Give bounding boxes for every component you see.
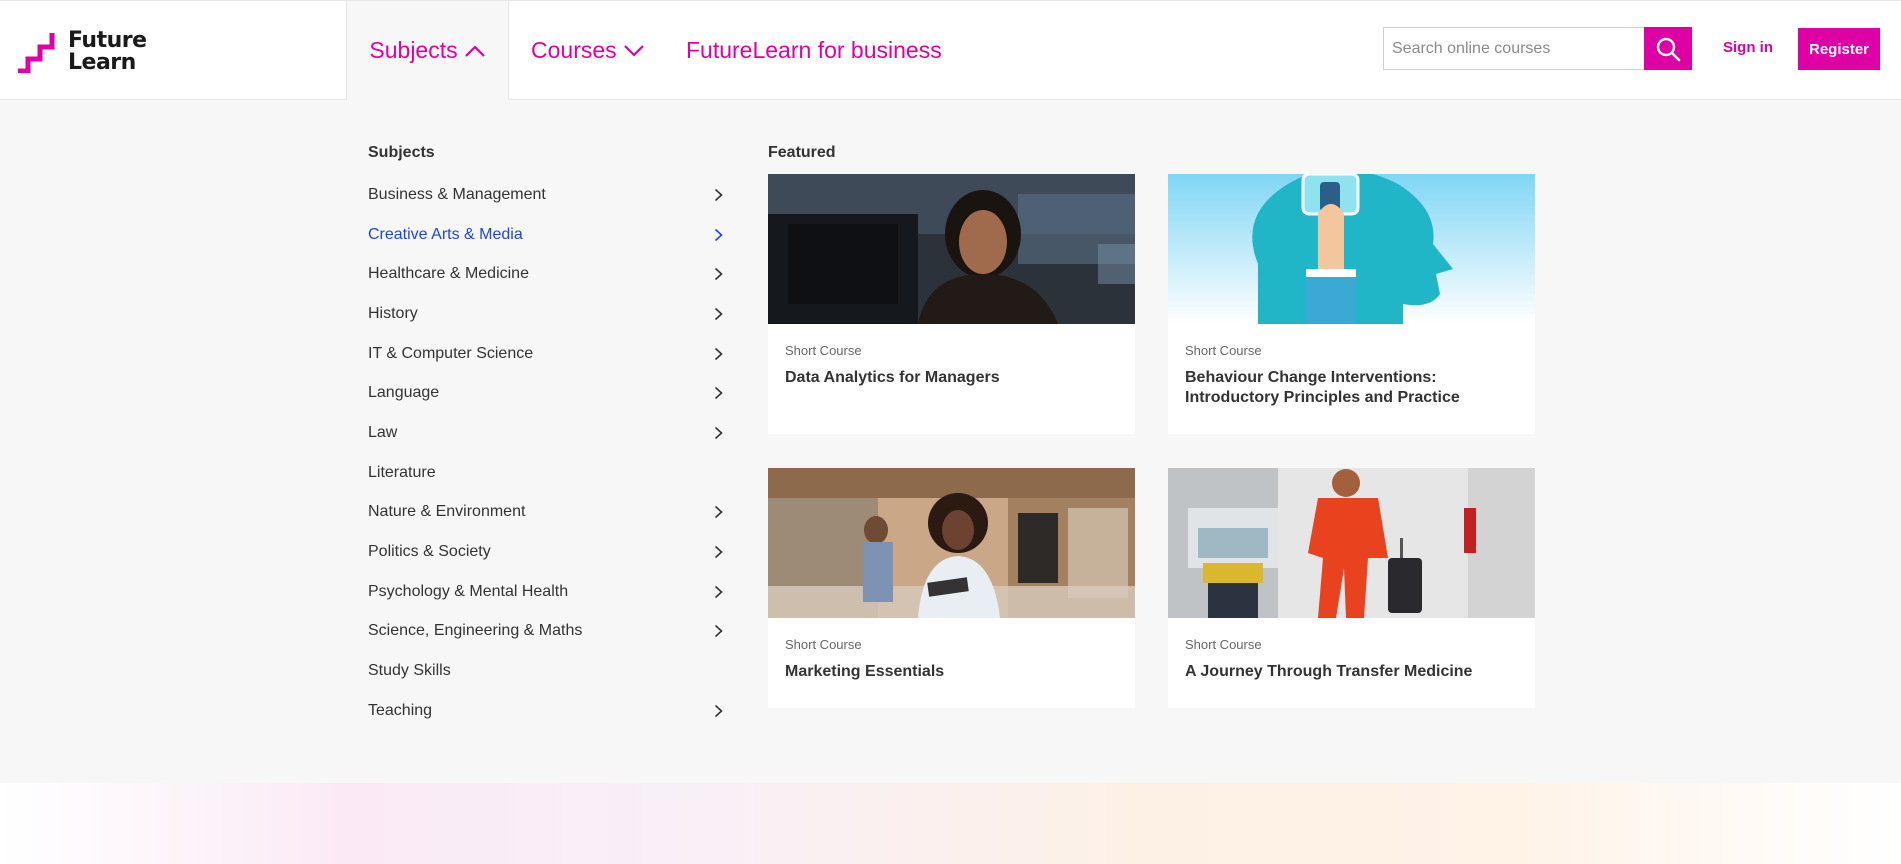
card-course-type: Short Course bbox=[1185, 343, 1262, 358]
subject-item[interactable]: Politics & Society bbox=[368, 532, 728, 572]
logo-line-2: Learn bbox=[68, 50, 136, 75]
subject-item[interactable]: IT & Computer Science bbox=[368, 334, 728, 374]
card-image-woman-at-computer bbox=[768, 174, 1135, 324]
sign-in-link[interactable]: Sign in bbox=[1723, 39, 1773, 56]
logo-steps-icon bbox=[18, 33, 55, 73]
chevron-right-icon bbox=[712, 228, 724, 241]
subject-item-label: Politics & Society bbox=[368, 543, 491, 561]
subject-item[interactable]: Literature bbox=[368, 453, 728, 493]
chevron-right-icon bbox=[712, 268, 724, 281]
search-button[interactable] bbox=[1644, 27, 1692, 70]
search-icon bbox=[1656, 37, 1681, 61]
hero-gradient-strip bbox=[0, 783, 1901, 864]
subject-item[interactable]: Language bbox=[368, 373, 728, 413]
card-title: Marketing Essentials bbox=[785, 663, 945, 680]
featured-card-marketing-essentials[interactable]: Short Course Marketing Essentials bbox=[768, 468, 1135, 708]
logo-wordmark: Future Learn bbox=[68, 30, 147, 74]
subject-item-label: Language bbox=[368, 384, 440, 402]
nav-subjects[interactable]: Subjects bbox=[346, 1, 509, 100]
subject-item[interactable]: Science, Engineering & Maths bbox=[368, 612, 728, 652]
subject-item[interactable]: Study Skills bbox=[368, 651, 728, 691]
subject-item-label: History bbox=[368, 304, 418, 322]
subject-item[interactable]: Business & Management bbox=[368, 175, 728, 215]
subject-item-label: Law bbox=[368, 423, 398, 441]
subject-item[interactable]: History bbox=[368, 294, 728, 334]
chevron-right-icon bbox=[712, 625, 724, 638]
nav-courses-label: Courses bbox=[531, 37, 617, 63]
search-input[interactable] bbox=[1383, 27, 1644, 70]
chevron-right-icon bbox=[712, 704, 724, 717]
subject-item-label: Business & Management bbox=[368, 185, 546, 203]
subject-list: Business & Management Creative Arts & Med… bbox=[368, 175, 728, 731]
card-image-paramedic-with-stretcher bbox=[1168, 468, 1535, 618]
subject-item[interactable]: Creative Arts & Media bbox=[368, 215, 728, 255]
subjects-mega-menu: Subjects Business & Management Creative A… bbox=[0, 100, 1901, 783]
chevron-right-icon bbox=[712, 585, 724, 598]
subject-item[interactable]: Psychology & Mental Health bbox=[368, 572, 728, 612]
chevron-right-icon bbox=[712, 387, 724, 400]
card-course-type: Short Course bbox=[1185, 637, 1262, 652]
card-image-shop-owner bbox=[768, 468, 1135, 618]
subject-item-label: Nature & Environment bbox=[368, 503, 526, 521]
subject-item[interactable]: Teaching bbox=[368, 691, 728, 731]
search-bar bbox=[1383, 27, 1692, 70]
chevron-right-icon bbox=[712, 347, 724, 360]
card-title: A Journey Through Transfer Medicine bbox=[1185, 663, 1473, 680]
featured-heading: Featured bbox=[768, 144, 836, 161]
chevron-up-icon bbox=[464, 44, 485, 57]
subject-item[interactable]: Law bbox=[368, 413, 728, 453]
featured-card-data-analytics[interactable]: Short Course Data Analytics for Managers bbox=[768, 174, 1135, 434]
subject-item[interactable]: Healthcare & Medicine bbox=[368, 254, 728, 294]
subject-item-label: Creative Arts & Media bbox=[368, 225, 523, 243]
futurelearn-logo[interactable]: Future Learn bbox=[16, 30, 147, 74]
chevron-right-icon bbox=[712, 426, 724, 440]
subject-item-label: Psychology & Mental Health bbox=[368, 582, 569, 600]
subject-item[interactable]: Nature & Environment bbox=[368, 493, 728, 533]
subject-item-label: Teaching bbox=[368, 701, 433, 719]
chevron-down-icon bbox=[623, 44, 644, 57]
site-header: Future Learn Subjects Courses FutureLear… bbox=[0, 0, 1901, 100]
subject-item-label: Science, Engineering & Maths bbox=[368, 622, 583, 640]
subjects-heading: Subjects bbox=[368, 144, 435, 161]
chevron-right-icon bbox=[712, 506, 724, 519]
nav-futurelearn-for-business[interactable]: FutureLearn for business bbox=[686, 1, 942, 100]
subject-item-label: Healthcare & Medicine bbox=[368, 265, 529, 283]
card-course-type: Short Course bbox=[785, 343, 862, 358]
logo-line-1: Future bbox=[68, 28, 147, 53]
card-title: Data Analytics for Managers bbox=[785, 369, 1000, 386]
nav-business-label: FutureLearn for business bbox=[686, 37, 942, 63]
card-image-head-silhouette bbox=[1168, 174, 1535, 324]
chevron-right-icon bbox=[712, 545, 724, 559]
subject-item-label: Study Skills bbox=[368, 662, 451, 680]
featured-card-transfer-medicine[interactable]: Short Course A Journey Through Transfer … bbox=[1168, 468, 1535, 708]
card-title: Behaviour Change Interventions: Introduc… bbox=[1185, 369, 1460, 406]
chevron-right-icon bbox=[712, 307, 724, 320]
card-course-type: Short Course bbox=[785, 637, 862, 652]
subject-item-label: Literature bbox=[368, 463, 436, 481]
featured-card-behaviour-change[interactable]: Short Course Behaviour Change Interventi… bbox=[1168, 174, 1535, 434]
nav-subjects-label: Subjects bbox=[369, 37, 458, 63]
nav-courses[interactable]: Courses bbox=[531, 1, 645, 100]
subject-item-label: IT & Computer Science bbox=[368, 344, 534, 362]
chevron-right-icon bbox=[712, 188, 724, 201]
register-button[interactable]: Register bbox=[1798, 28, 1880, 70]
